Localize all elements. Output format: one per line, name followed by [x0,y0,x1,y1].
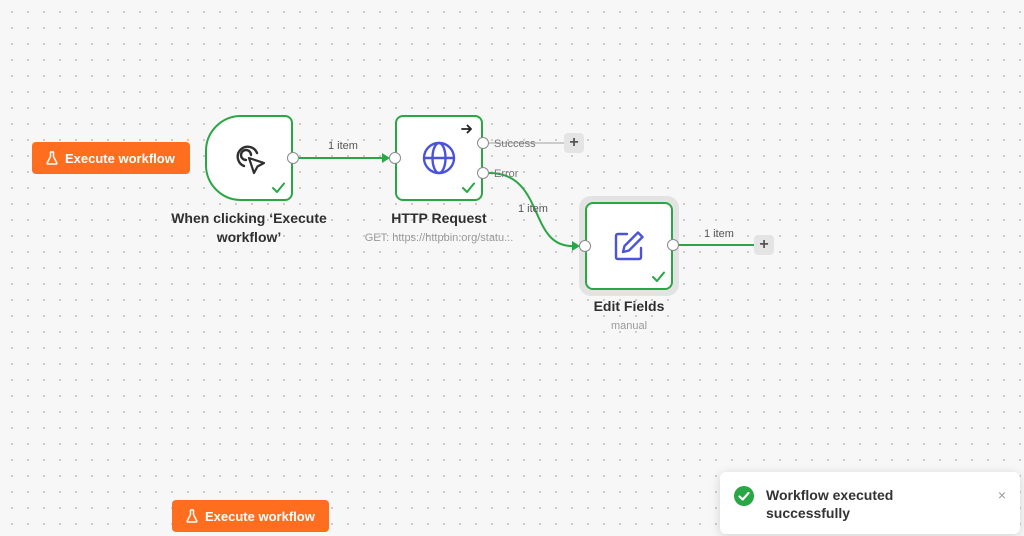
close-icon[interactable]: × [998,487,1006,503]
flask-icon [46,151,58,165]
workflow-canvas[interactable]: Execute workflow When clicking ‘Execute … [0,0,1024,536]
trigger-output-port[interactable] [287,152,299,164]
http-node-subtitle: GET: https://httpbin.org/statu... [364,232,514,244]
execute-workflow-button-top[interactable]: Execute workflow [32,142,190,174]
edge-label-error-edit: 1 item [518,203,548,215]
trigger-node-title: When clicking ‘Execute workflow’ [160,209,338,247]
trigger-title-line1: When clicking ‘Execute [171,210,327,226]
http-input-port[interactable] [389,152,401,164]
success-check-icon [272,182,285,193]
node-edit-fields[interactable] [585,202,673,290]
connections-layer [299,142,754,251]
http-success-port[interactable] [477,137,489,149]
execute-workflow-label: Execute workflow [205,508,315,524]
flask-icon [186,509,198,523]
add-node-edit-button[interactable]: + [754,235,774,255]
edit-output-port[interactable] [667,239,679,251]
add-node-success-button[interactable]: + [564,133,584,153]
node-manual-trigger[interactable] [205,115,293,201]
success-toast: Workflow executed successfully × [720,472,1020,534]
http-error-port[interactable] [477,167,489,179]
node-http-request[interactable] [395,115,483,201]
arrow-right-icon [461,124,472,134]
success-check-icon [462,182,475,193]
toast-message: Workflow executed successfully [766,487,894,521]
edit-input-port[interactable] [579,240,591,252]
pencil-square-icon [614,231,644,261]
globe-icon [422,141,456,175]
edit-node-subtitle: manual [610,320,648,332]
trigger-title-line2: workflow’ [216,229,282,245]
edit-node-title: Edit Fields [593,298,665,314]
http-node-title: HTTP Request [391,210,487,226]
edge-label-trigger-http: 1 item [328,140,358,152]
execute-workflow-label: Execute workflow [65,150,175,166]
check-circle-icon [734,486,754,506]
output-label-success: Success [494,138,536,150]
output-label-error: Error [494,168,519,180]
execute-workflow-button-bottom[interactable]: Execute workflow [172,500,329,532]
cursor-click-icon [236,145,266,175]
edge-label-edit-out: 1 item [704,228,734,240]
success-check-icon [652,271,665,282]
